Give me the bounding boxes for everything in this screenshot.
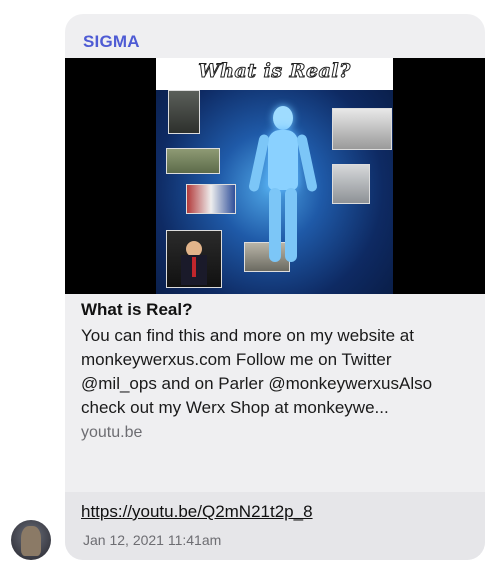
thumbnail-title: What is Real?	[198, 60, 351, 83]
collage-photo-flags	[186, 184, 236, 214]
preview-title: What is Real?	[81, 300, 193, 319]
chat-page: SIGMA What is Real? What is Real? You ca…	[0, 0, 487, 564]
avatar[interactable]	[11, 520, 51, 560]
collage-photo-aerial	[166, 148, 220, 174]
link-preview-text[interactable]: What is Real? You can find this and more…	[81, 300, 471, 442]
glowing-human-figure	[248, 106, 318, 266]
collage-photo-speaker	[166, 230, 222, 288]
message-link[interactable]: https://youtu.be/Q2mN21t2p_8	[81, 502, 313, 522]
collage-photo-soldier	[168, 90, 200, 134]
avatar-photo	[21, 526, 41, 556]
sender-name[interactable]: SIGMA	[83, 32, 140, 52]
video-thumbnail[interactable]: What is Real?	[156, 58, 393, 294]
preview-domain: youtu.be	[81, 424, 143, 441]
collage-photo-hall	[332, 108, 392, 150]
preview-description: You can find this and more on my website…	[81, 326, 433, 417]
link-preview-media[interactable]: What is Real?	[65, 58, 485, 294]
message-bubble[interactable]: SIGMA What is Real? What is Real? You ca…	[65, 14, 485, 560]
message-timestamp: Jan 12, 2021 11:41am	[83, 532, 222, 548]
message-footer: https://youtu.be/Q2mN21t2p_8 Jan 12, 202…	[65, 492, 485, 560]
collage-photo-helicopter	[332, 164, 370, 204]
